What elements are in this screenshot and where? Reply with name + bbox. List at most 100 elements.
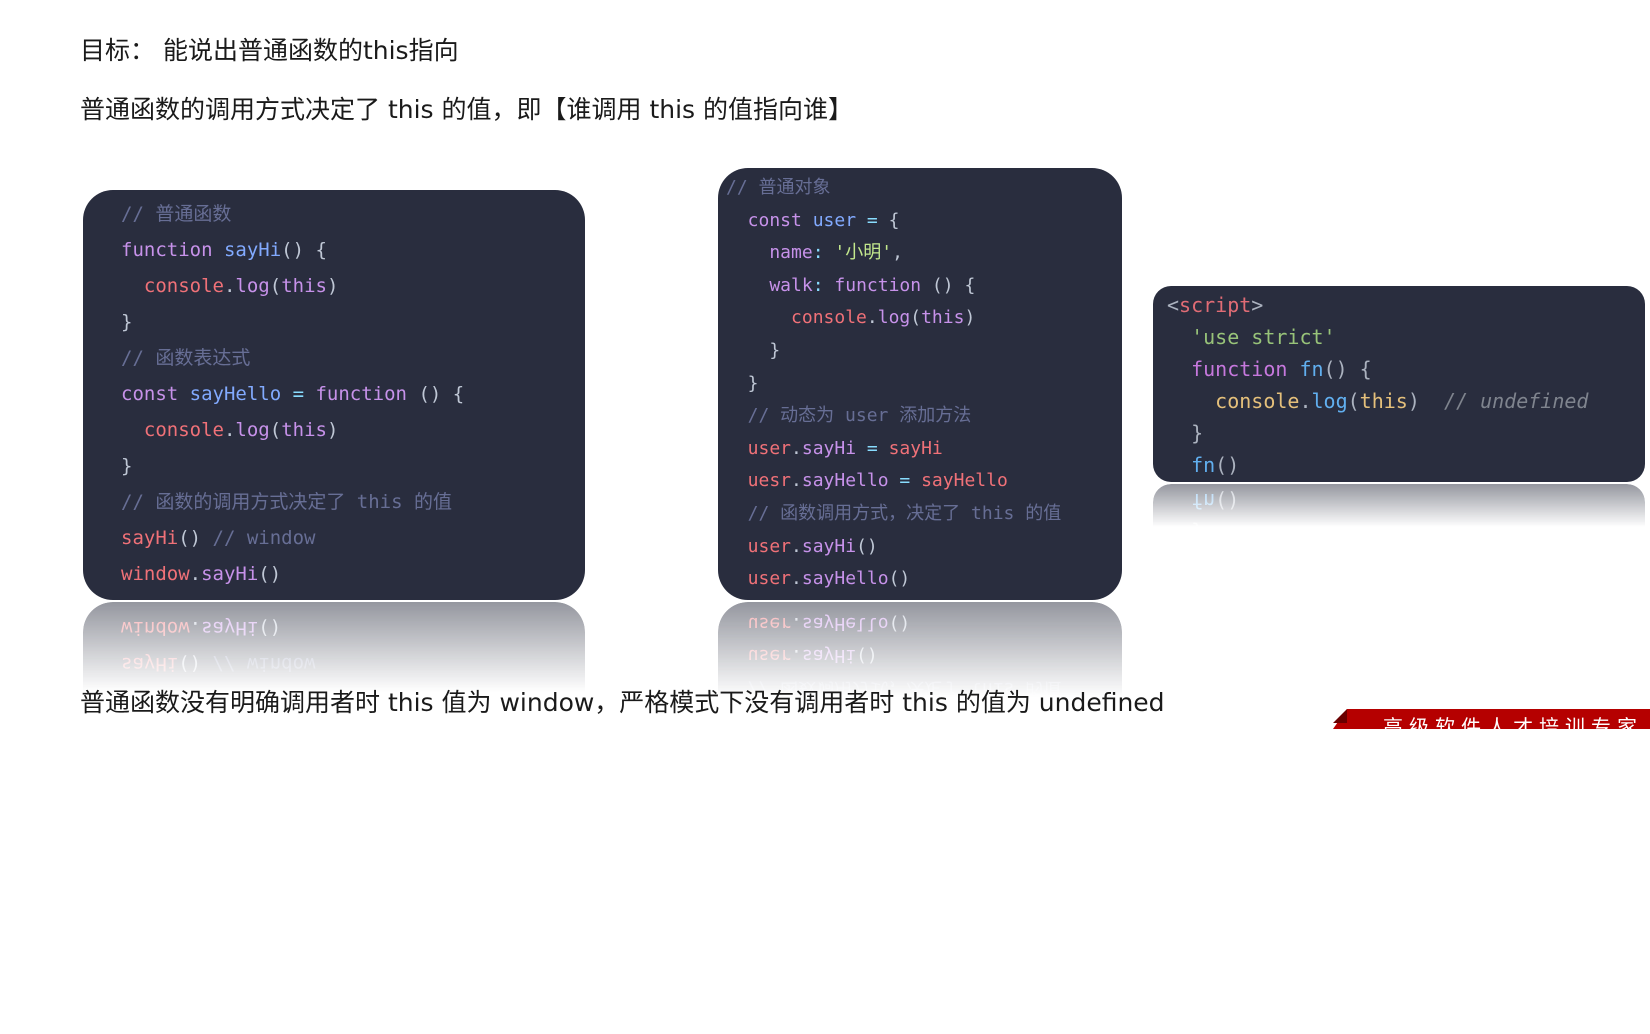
code-token: ( [1347, 389, 1360, 413]
code-token: sayHi [801, 535, 857, 557]
code-token: this [281, 761, 327, 783]
code-token: ) [326, 761, 339, 783]
code-token: script [1179, 293, 1252, 317]
code-token: log [1311, 553, 1348, 577]
code-token: log [235, 761, 270, 783]
code-line: user.sayHello() [726, 563, 1122, 596]
code-line: // 普通函数 [121, 196, 585, 232]
code-line: user.sayHi = sayHi [726, 737, 1122, 770]
code-line: sayHi() // window [121, 520, 585, 556]
code-token: function [121, 239, 224, 261]
code-line: uesr.sayHello = sayHello [726, 465, 1122, 498]
code-line: // 动态为 user 添加方法 [726, 769, 1122, 802]
code-line: console.log(this) [121, 412, 585, 448]
code-token: // 动态为 user 添加方法 [726, 405, 972, 427]
code-token: () [178, 653, 213, 675]
code-token: fn [1167, 489, 1216, 513]
code-token: walk [726, 906, 813, 928]
code-line: console.log(this) [121, 898, 585, 934]
code-token: = [856, 209, 889, 231]
code-token: () { [1323, 585, 1372, 609]
code-token: ) [1407, 389, 1420, 413]
code-token: log [235, 419, 270, 441]
code-token: } [121, 725, 133, 747]
code-token: console [1167, 389, 1300, 413]
code-token: < [1167, 293, 1180, 317]
code-token: // window [212, 527, 316, 549]
code-line: console.log(this) [726, 867, 1122, 900]
code-line: // 函数表达式 [121, 826, 585, 862]
code-token: // undefined [1419, 389, 1589, 413]
conclusion-text: 普通函数没有明确调用者时 this 值为 window，严格模式下没有调用者时 … [80, 688, 1165, 717]
code-token: () [856, 535, 878, 557]
code-token: user [812, 209, 857, 231]
code-token: sayHello [189, 383, 282, 405]
code-token: () { [407, 797, 465, 819]
code-token: () { [921, 274, 976, 296]
code-line: // 动态为 user 添加方法 [726, 400, 1122, 433]
code-line: function sayHi() { [121, 232, 585, 268]
code-line: console.log(this) [121, 754, 585, 790]
code-token: . [223, 761, 236, 783]
code-line: // 函数调用方式，决定了 this 的值 [726, 498, 1122, 531]
code-token: walk [726, 274, 813, 296]
code-token: . [791, 437, 802, 459]
code-token: user [812, 971, 857, 993]
code-token: // 普通函数 [121, 203, 232, 225]
code-line: } [726, 834, 1122, 867]
code-token: ( [269, 275, 282, 297]
code-token: 'use strict' [1167, 617, 1336, 641]
code-line: } [121, 304, 585, 340]
code-token: . [1299, 553, 1312, 577]
code-line: <script> [1167, 645, 1645, 677]
code-token: this [281, 905, 327, 927]
code-token: = [888, 470, 922, 492]
code-token: this [921, 307, 965, 329]
code-token: name [726, 938, 813, 960]
code-token: user [726, 612, 792, 634]
code-token: . [223, 905, 236, 927]
code-token: log [1311, 389, 1348, 413]
code-token: '小明' [834, 242, 893, 264]
code-token: : [812, 242, 835, 264]
code-token: ) [1407, 553, 1420, 577]
code-token: console [726, 307, 867, 329]
code-token: = [856, 743, 889, 765]
code-token: ( [269, 761, 282, 783]
code-line: // 函数表达式 [121, 340, 585, 376]
banner-text: 高级软件人才培训专家 [1383, 715, 1643, 739]
code-token: window [121, 617, 190, 639]
code-token: ( [910, 307, 922, 329]
code-token: . [791, 568, 802, 590]
code-token: log [877, 873, 911, 895]
code-line: } [726, 335, 1122, 368]
code-line: } [726, 802, 1122, 835]
code-line: const user = { [726, 965, 1122, 998]
code-line: user.sayHi = sayHi [726, 433, 1122, 466]
code-token: sayHi [801, 743, 857, 765]
code-token: () [258, 563, 282, 585]
code-token: sayHello [801, 612, 889, 634]
code-token: } [726, 808, 759, 830]
code-token: sayHi [201, 617, 259, 639]
banner-fold [1333, 709, 1347, 723]
code-line: } [726, 368, 1122, 401]
code-token: fn [1299, 585, 1324, 609]
code-line: } [121, 718, 585, 754]
code-token: () [1215, 489, 1240, 513]
code-token: const [121, 383, 190, 405]
code-token: sayHi [888, 743, 943, 765]
code-line: function sayHi() { [121, 934, 585, 970]
code-token: ) [326, 905, 339, 927]
code-line: fn() [1167, 485, 1645, 517]
code-token: function [121, 941, 224, 963]
code-token: ) [964, 873, 976, 895]
code-token: fn [1167, 453, 1216, 477]
code-token: user [726, 535, 792, 557]
code-token: sayHi [201, 563, 259, 585]
code-token: console [121, 419, 224, 441]
code-token: () { [921, 906, 976, 928]
code-token: { [888, 209, 900, 231]
code-token: function [315, 797, 407, 819]
object-method-code-block: // 普通对象 const user = { name: '小明', walk:… [718, 168, 1122, 600]
